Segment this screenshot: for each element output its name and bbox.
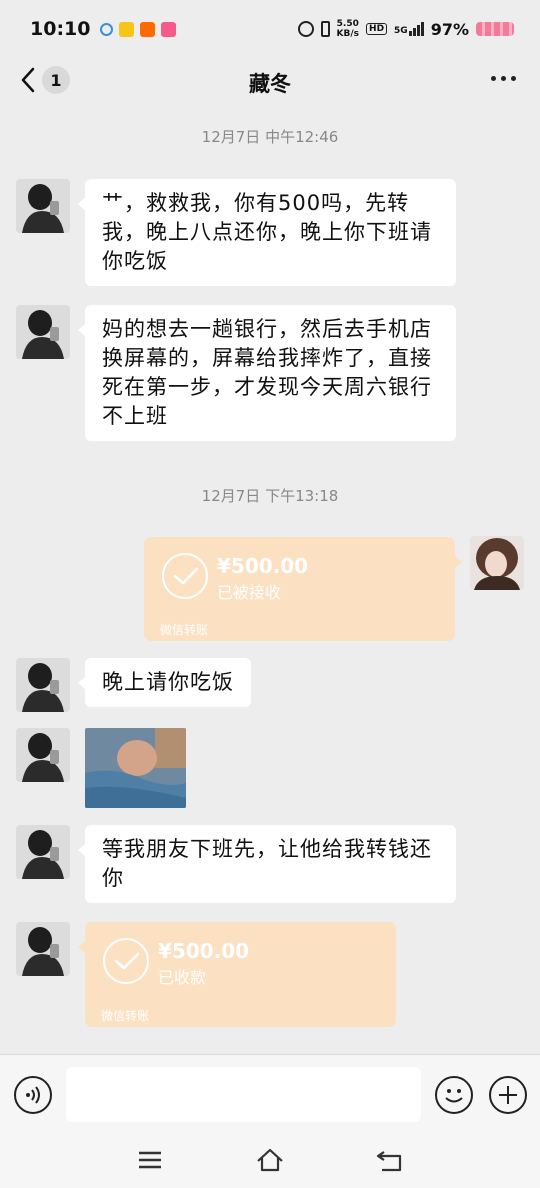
input-bar — [0, 1054, 540, 1134]
back-nav-icon[interactable] — [376, 1148, 404, 1172]
signal-label: 5G — [394, 26, 408, 36]
contact-avatar-image — [16, 658, 70, 712]
message-bubble[interactable]: 晚上请你吃饭 — [78, 658, 251, 707]
app-notification-icon — [119, 21, 135, 37]
status-bar: 10:10 5.50 KB/s HD 5G 97% — [0, 0, 540, 58]
contact-avatar[interactable] — [16, 922, 70, 976]
plus-icon — [499, 1086, 517, 1104]
alarm-icon — [297, 21, 314, 37]
more-dot-icon — [501, 76, 506, 81]
contact-avatar[interactable] — [16, 305, 70, 359]
app-notification-icon-2 — [161, 21, 177, 37]
transfer-card-sent[interactable]: ¥500.00 已被接收 微信转账 — [144, 537, 462, 641]
taobao-icon — [140, 21, 156, 37]
more-features-button[interactable] — [489, 1076, 527, 1114]
my-avatar[interactable] — [470, 536, 524, 590]
battery-percent: 97% — [430, 19, 469, 39]
more-dot-icon — [511, 76, 516, 81]
transfer-label: 微信转账 — [160, 623, 209, 637]
contact-avatar-image — [16, 179, 70, 233]
contact-avatar[interactable] — [16, 728, 70, 782]
contact-avatar-image — [16, 305, 70, 359]
hd-badge: HD — [366, 23, 388, 35]
status-time: 10:10 — [30, 18, 91, 40]
net-speed-unit: KB/s — [336, 29, 360, 39]
voice-input-button[interactable] — [14, 1076, 52, 1114]
home-icon[interactable] — [256, 1148, 284, 1172]
contact-avatar-image — [16, 922, 70, 976]
more-dot-icon — [491, 76, 496, 81]
transfer-status: 已收款 — [158, 968, 207, 987]
message-bubble[interactable]: 艹，救救我，你有500吗，先转我，晚上八点还你，晚上你下班请你吃饭 — [78, 179, 456, 286]
contact-avatar[interactable] — [16, 658, 70, 712]
emoji-icon — [445, 1089, 463, 1103]
status-right: 5.50 KB/s HD 5G 97% — [297, 19, 514, 39]
message-input[interactable] — [66, 1067, 421, 1122]
chat-header: 1 藏冬 — [0, 58, 540, 108]
net-speed-value: 5.50 — [336, 19, 359, 29]
more-options-button[interactable] — [491, 76, 516, 81]
photo-message[interactable] — [85, 728, 186, 808]
contact-avatar-image — [16, 728, 70, 782]
chat-title: 藏冬 — [249, 72, 291, 96]
transfer-amount: ¥500.00 — [158, 939, 250, 963]
signal-icon: 5G — [394, 22, 424, 36]
transfer-status: 已被接收 — [217, 583, 282, 602]
message-bubble[interactable]: 妈的想去一趟银行，然后去手机店换屏幕的，屏幕给我摔炸了，直接死在第一步，才发现今… — [78, 305, 456, 441]
contact-avatar[interactable] — [16, 825, 70, 879]
transfer-card-received[interactable]: ¥500.00 已收款 微信转账 — [78, 922, 396, 1027]
vibrate-icon — [320, 21, 330, 37]
transfer-amount: ¥500.00 — [217, 554, 309, 578]
my-avatar-image — [470, 536, 524, 590]
contact-avatar-image — [16, 825, 70, 879]
photo-message-image — [85, 728, 186, 808]
message-timestamp: 12月7日 中午12:46 — [201, 128, 339, 146]
message-bubble[interactable]: 等我朋友下班先，让他给我转钱还你 — [78, 825, 456, 903]
battery-icon — [476, 22, 514, 36]
hotspot-icon — [100, 22, 114, 36]
emoji-button[interactable] — [435, 1076, 473, 1114]
message-timestamp: 12月7日 下午13:18 — [201, 487, 339, 505]
voice-icon — [26, 1086, 40, 1104]
contact-avatar[interactable] — [16, 179, 70, 233]
check-circle-icon — [103, 938, 149, 984]
check-circle-icon — [162, 553, 208, 599]
menu-icon[interactable] — [138, 1148, 162, 1172]
system-navigation-bar — [0, 1134, 540, 1188]
net-speed: 5.50 KB/s — [337, 19, 359, 39]
transfer-label: 微信转账 — [101, 1009, 150, 1023]
